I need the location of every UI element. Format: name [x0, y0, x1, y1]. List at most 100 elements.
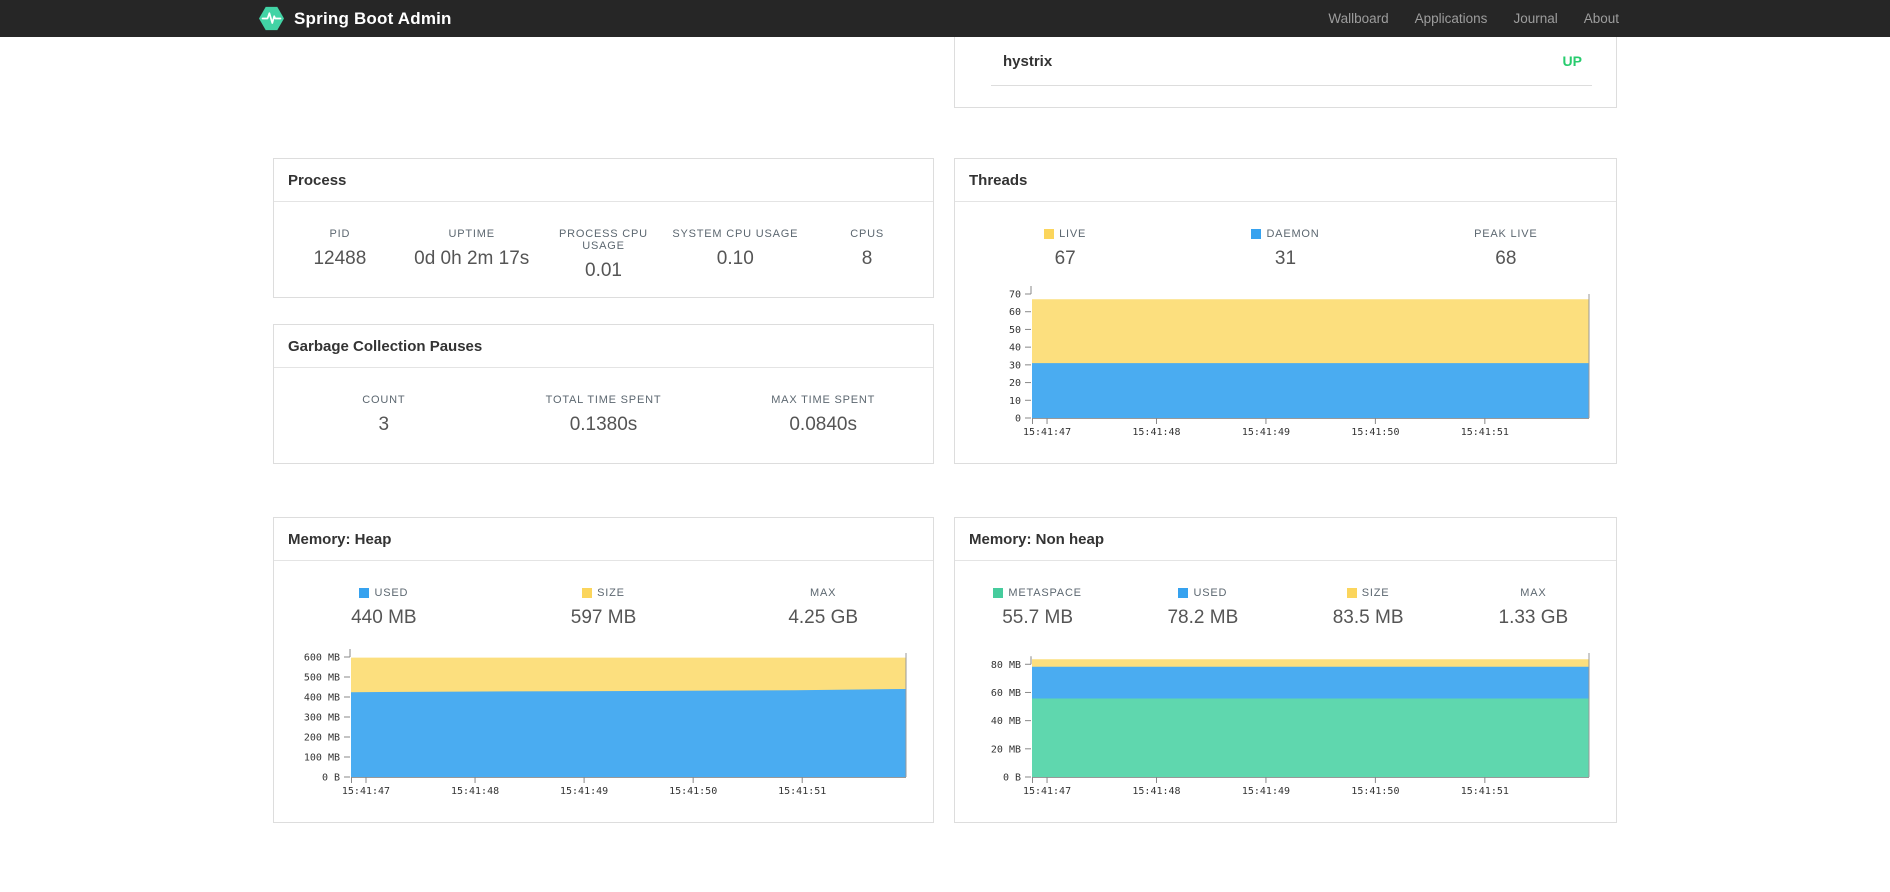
svg-text:300 MB: 300 MB	[304, 713, 340, 724]
metric-label: USED	[274, 587, 494, 599]
metric-value: 0.10	[716, 248, 754, 269]
metric-cpus: CPUS 8	[801, 228, 933, 282]
metric-label: PID	[329, 228, 351, 240]
svg-text:15:41:49: 15:41:49	[1242, 786, 1290, 797]
metric-daemon: DAEMON 31	[1175, 228, 1395, 270]
metric-label: CPUS	[850, 228, 884, 240]
svg-text:0: 0	[1015, 414, 1021, 425]
memory-heap-panel: Memory: Heap USED 440 MB SIZE 597 MB MAX 4.25…	[273, 517, 934, 823]
legend-swatch-icon	[993, 588, 1004, 598]
svg-text:20 MB: 20 MB	[991, 744, 1021, 755]
memory-nonheap-panel: Memory: Non heap METASPACE 55.7 MB USED 78.…	[954, 517, 1617, 823]
svg-text:100 MB: 100 MB	[304, 753, 340, 764]
application-row[interactable]: hystrix UP	[991, 37, 1592, 86]
heap-area-chart: 0 B 100 MB 200 MB 300 MB 400 MB 500 MB 600 MB 1…	[304, 649, 907, 797]
metric-value: 8	[861, 248, 873, 269]
svg-text:60: 60	[1009, 307, 1021, 318]
nonheap-area-chart: 0 B 20 MB 40 MB 60 MB 80 MB 15:41:47 15:41:48 1…	[991, 653, 1590, 797]
process-panel: Process PID 12488 UPTIME 0d 0h 2m 17s PROCES…	[273, 158, 934, 298]
svg-text:50: 50	[1009, 325, 1021, 336]
svg-text:30: 30	[1009, 360, 1021, 371]
svg-text:500 MB: 500 MB	[304, 673, 340, 684]
metric-value: 67	[1054, 248, 1076, 269]
metric-value: 78.2 MB	[1167, 607, 1239, 628]
svg-text:15:41:51: 15:41:51	[778, 786, 826, 797]
metric-label: METASPACE	[955, 587, 1120, 599]
metric-metaspace: METASPACE 55.7 MB	[955, 587, 1120, 629]
metric-label: PEAK LIVE	[1474, 228, 1538, 240]
metric-label: SYSTEM CPU USAGE	[672, 228, 799, 240]
legend-swatch-icon	[582, 588, 593, 598]
svg-text:15:41:51: 15:41:51	[1461, 427, 1509, 438]
heap-stats: USED 440 MB SIZE 597 MB MAX 4.25 GB	[274, 561, 933, 629]
svg-text:40 MB: 40 MB	[991, 716, 1021, 727]
threads-area-chart: 0 10 20 30 40 50 60 70 15:41:47 15:41:48 15:41:49 1…	[1009, 286, 1590, 438]
nav-link-wallboard[interactable]: Wallboard	[1315, 11, 1401, 26]
metric-value: 440 MB	[351, 607, 417, 628]
svg-text:15:41:50: 15:41:50	[669, 786, 717, 797]
nav-link-journal[interactable]: Journal	[1500, 11, 1570, 26]
metric-value: 31	[1274, 248, 1297, 269]
spring-boot-admin-logo-icon	[258, 5, 285, 32]
legend-swatch-icon	[1044, 229, 1055, 239]
svg-text:0 B: 0 B	[322, 773, 340, 784]
legend-swatch-icon	[1178, 588, 1189, 598]
metric-label: PROCESS CPU USAGE	[559, 228, 648, 252]
metric-value: 0.0840s	[789, 414, 857, 435]
svg-text:15:41:48: 15:41:48	[1132, 427, 1180, 438]
metric-label: MAX TIME SPENT	[771, 394, 876, 406]
svg-text:10: 10	[1009, 396, 1021, 407]
svg-text:15:41:49: 15:41:49	[560, 786, 608, 797]
metric-value: 0d 0h 2m 17s	[414, 248, 530, 269]
metric-size: SIZE 597 MB	[494, 587, 714, 629]
process-stats: PID 12488 UPTIME 0d 0h 2m 17s PROCESS CPU US…	[274, 202, 933, 282]
panel-title-nonheap: Memory: Non heap	[955, 518, 1616, 561]
heap-chart: 0 B 100 MB 200 MB 300 MB 400 MB 500 MB 600 MB 1…	[274, 629, 933, 802]
metric-used: USED 78.2 MB	[1120, 587, 1285, 629]
metric-label: TOTAL TIME SPENT	[545, 394, 662, 406]
metric-max-time-spent: MAX TIME SPENT 0.0840s	[713, 394, 933, 436]
svg-text:15:41:51: 15:41:51	[1461, 786, 1509, 797]
legend-swatch-icon	[359, 588, 370, 598]
empty-left-space	[273, 37, 934, 108]
svg-text:60 MB: 60 MB	[991, 688, 1021, 699]
metric-uptime: UPTIME 0d 0h 2m 17s	[406, 228, 538, 282]
status-badge: UP	[1562, 53, 1582, 69]
metric-value: 3	[378, 414, 390, 435]
legend-swatch-icon	[1251, 229, 1262, 239]
legend-swatch-icon	[1346, 588, 1357, 598]
svg-text:15:41:47: 15:41:47	[342, 786, 390, 797]
metric-value: 55.7 MB	[1002, 607, 1073, 628]
metric-process-cpu-usage: PROCESS CPU USAGE 0.01	[538, 228, 670, 282]
svg-text:600 MB: 600 MB	[304, 653, 340, 664]
svg-text:15:41:50: 15:41:50	[1351, 427, 1399, 438]
svg-text:80 MB: 80 MB	[991, 660, 1021, 671]
nav-link-about[interactable]: About	[1571, 11, 1632, 26]
panel-title-gc: Garbage Collection Pauses	[274, 325, 933, 368]
brand[interactable]: Spring Boot Admin	[258, 5, 452, 32]
nav-links: Wallboard Applications Journal About	[1315, 11, 1632, 26]
metric-live: LIVE 67	[955, 228, 1175, 270]
metric-value: 0.01	[585, 260, 622, 281]
metric-value: 68	[1495, 248, 1517, 269]
svg-text:15:41:47: 15:41:47	[1023, 786, 1071, 797]
metric-label: COUNT	[362, 394, 406, 406]
svg-text:400 MB: 400 MB	[304, 693, 340, 704]
svg-text:20: 20	[1009, 378, 1021, 389]
metric-label: USED	[1120, 587, 1285, 599]
panel-title-heap: Memory: Heap	[274, 518, 933, 561]
threads-chart: 0 10 20 30 40 50 60 70 15:41:47 15:41:48 15:41:49 1…	[955, 270, 1616, 443]
metric-used: USED 440 MB	[274, 587, 494, 629]
app-title: Spring Boot Admin	[294, 8, 452, 28]
application-status-panel: hystrix UP	[954, 37, 1617, 108]
svg-text:0 B: 0 B	[1003, 773, 1021, 784]
application-name: hystrix	[1003, 52, 1053, 70]
metric-value: 597 MB	[570, 607, 637, 628]
gc-pauses-panel: Garbage Collection Pauses COUNT 3 TOTAL TI…	[273, 324, 934, 464]
nav-link-applications[interactable]: Applications	[1402, 11, 1501, 26]
svg-text:15:41:47: 15:41:47	[1023, 427, 1071, 438]
gc-stats: COUNT 3 TOTAL TIME SPENT 0.1380s MAX TIME SP…	[274, 368, 933, 436]
metric-label: LIVE	[955, 228, 1175, 240]
nonheap-chart: 0 B 20 MB 40 MB 60 MB 80 MB 15:41:47 15:41:48 1…	[955, 629, 1616, 802]
metric-peak-live: PEAK LIVE 68	[1396, 228, 1616, 270]
